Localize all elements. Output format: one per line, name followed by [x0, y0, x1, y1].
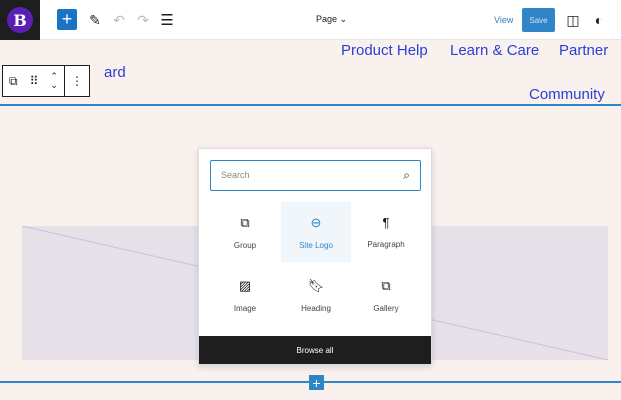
logo-icon: B [7, 7, 33, 33]
settings-sidebar-icon[interactable]: ◫ [565, 11, 581, 29]
add-block-button[interactable]: + [57, 9, 77, 30]
block-paragraph[interactable]: ¶ Paragraph [351, 202, 421, 262]
image-icon: ▨ [238, 277, 252, 293]
site-logo-button[interactable]: B [0, 0, 40, 40]
page-label: Page [316, 14, 338, 24]
redo-icon[interactable]: ↷ [134, 10, 152, 30]
pencil-icon[interactable]: ✎ [86, 10, 104, 30]
block-inserter-popover: Search ⌕ ⧉ Group ⊖ Site Logo ¶ Paragraph ▨ Im… [198, 148, 432, 365]
more-options-icon[interactable]: ⋮ [71, 74, 83, 88]
block-label: Group [233, 240, 257, 250]
group-icon[interactable]: ⧉ [9, 74, 18, 89]
nav-link-partner[interactable]: Partner [559, 42, 608, 59]
nav-link-partial[interactable]: ard [104, 64, 126, 81]
group-icon: ⧉ [240, 214, 250, 230]
nav-link-community[interactable]: Community [529, 86, 605, 103]
search-placeholder: Search [221, 170, 250, 180]
block-label: Gallery [373, 303, 399, 313]
move-up-down-icon[interactable]: ⌃ ⌄ [50, 72, 58, 90]
editor-toolbar: B + ✎ ↶ ↷ ☰ Page ⌄ View Save ◫ ◐ [0, 0, 621, 40]
search-input[interactable]: Search ⌕ [210, 160, 421, 191]
search-icon: ⌕ [403, 168, 410, 182]
block-label: Image [233, 303, 257, 313]
nav-link-learn-care[interactable]: Learn & Care [450, 42, 539, 59]
site-logo-icon: ⊖ [310, 214, 322, 230]
undo-icon[interactable]: ↶ [110, 10, 128, 30]
drag-handle-icon[interactable]: ⠿ [30, 74, 39, 88]
block-site-logo[interactable]: ⊖ Site Logo [281, 202, 351, 262]
chevron-down-icon: ⌄ [339, 14, 348, 24]
styles-icon[interactable]: ◐ [591, 11, 607, 29]
list-view-icon[interactable]: ☰ [158, 10, 176, 30]
view-button[interactable]: View [494, 15, 513, 25]
block-heading[interactable]: 🔖︎ Heading [281, 265, 351, 325]
heading-icon: 🔖︎ [307, 277, 325, 293]
block-gallery[interactable]: ⧉ Gallery [351, 265, 421, 325]
browse-all-button[interactable]: Browse all [199, 336, 431, 364]
add-block-inline-button[interactable]: + [309, 375, 324, 391]
save-button[interactable]: Save [522, 8, 555, 32]
block-group[interactable]: ⧉ Group [210, 202, 280, 262]
block-toolbar: ⧉ ⠿ ⌃ ⌄ ⋮ [2, 65, 90, 97]
block-label: Heading [301, 303, 331, 313]
block-image[interactable]: ▨ Image [210, 265, 280, 325]
nav-link-product-help[interactable]: Product Help [341, 42, 428, 59]
block-label: Site Logo [299, 240, 333, 250]
gallery-icon: ⧉ [381, 277, 391, 293]
page-selector[interactable]: Page ⌄ [316, 14, 347, 25]
block-label: Paragraph [367, 240, 405, 249]
paragraph-icon: ¶ [382, 215, 390, 230]
